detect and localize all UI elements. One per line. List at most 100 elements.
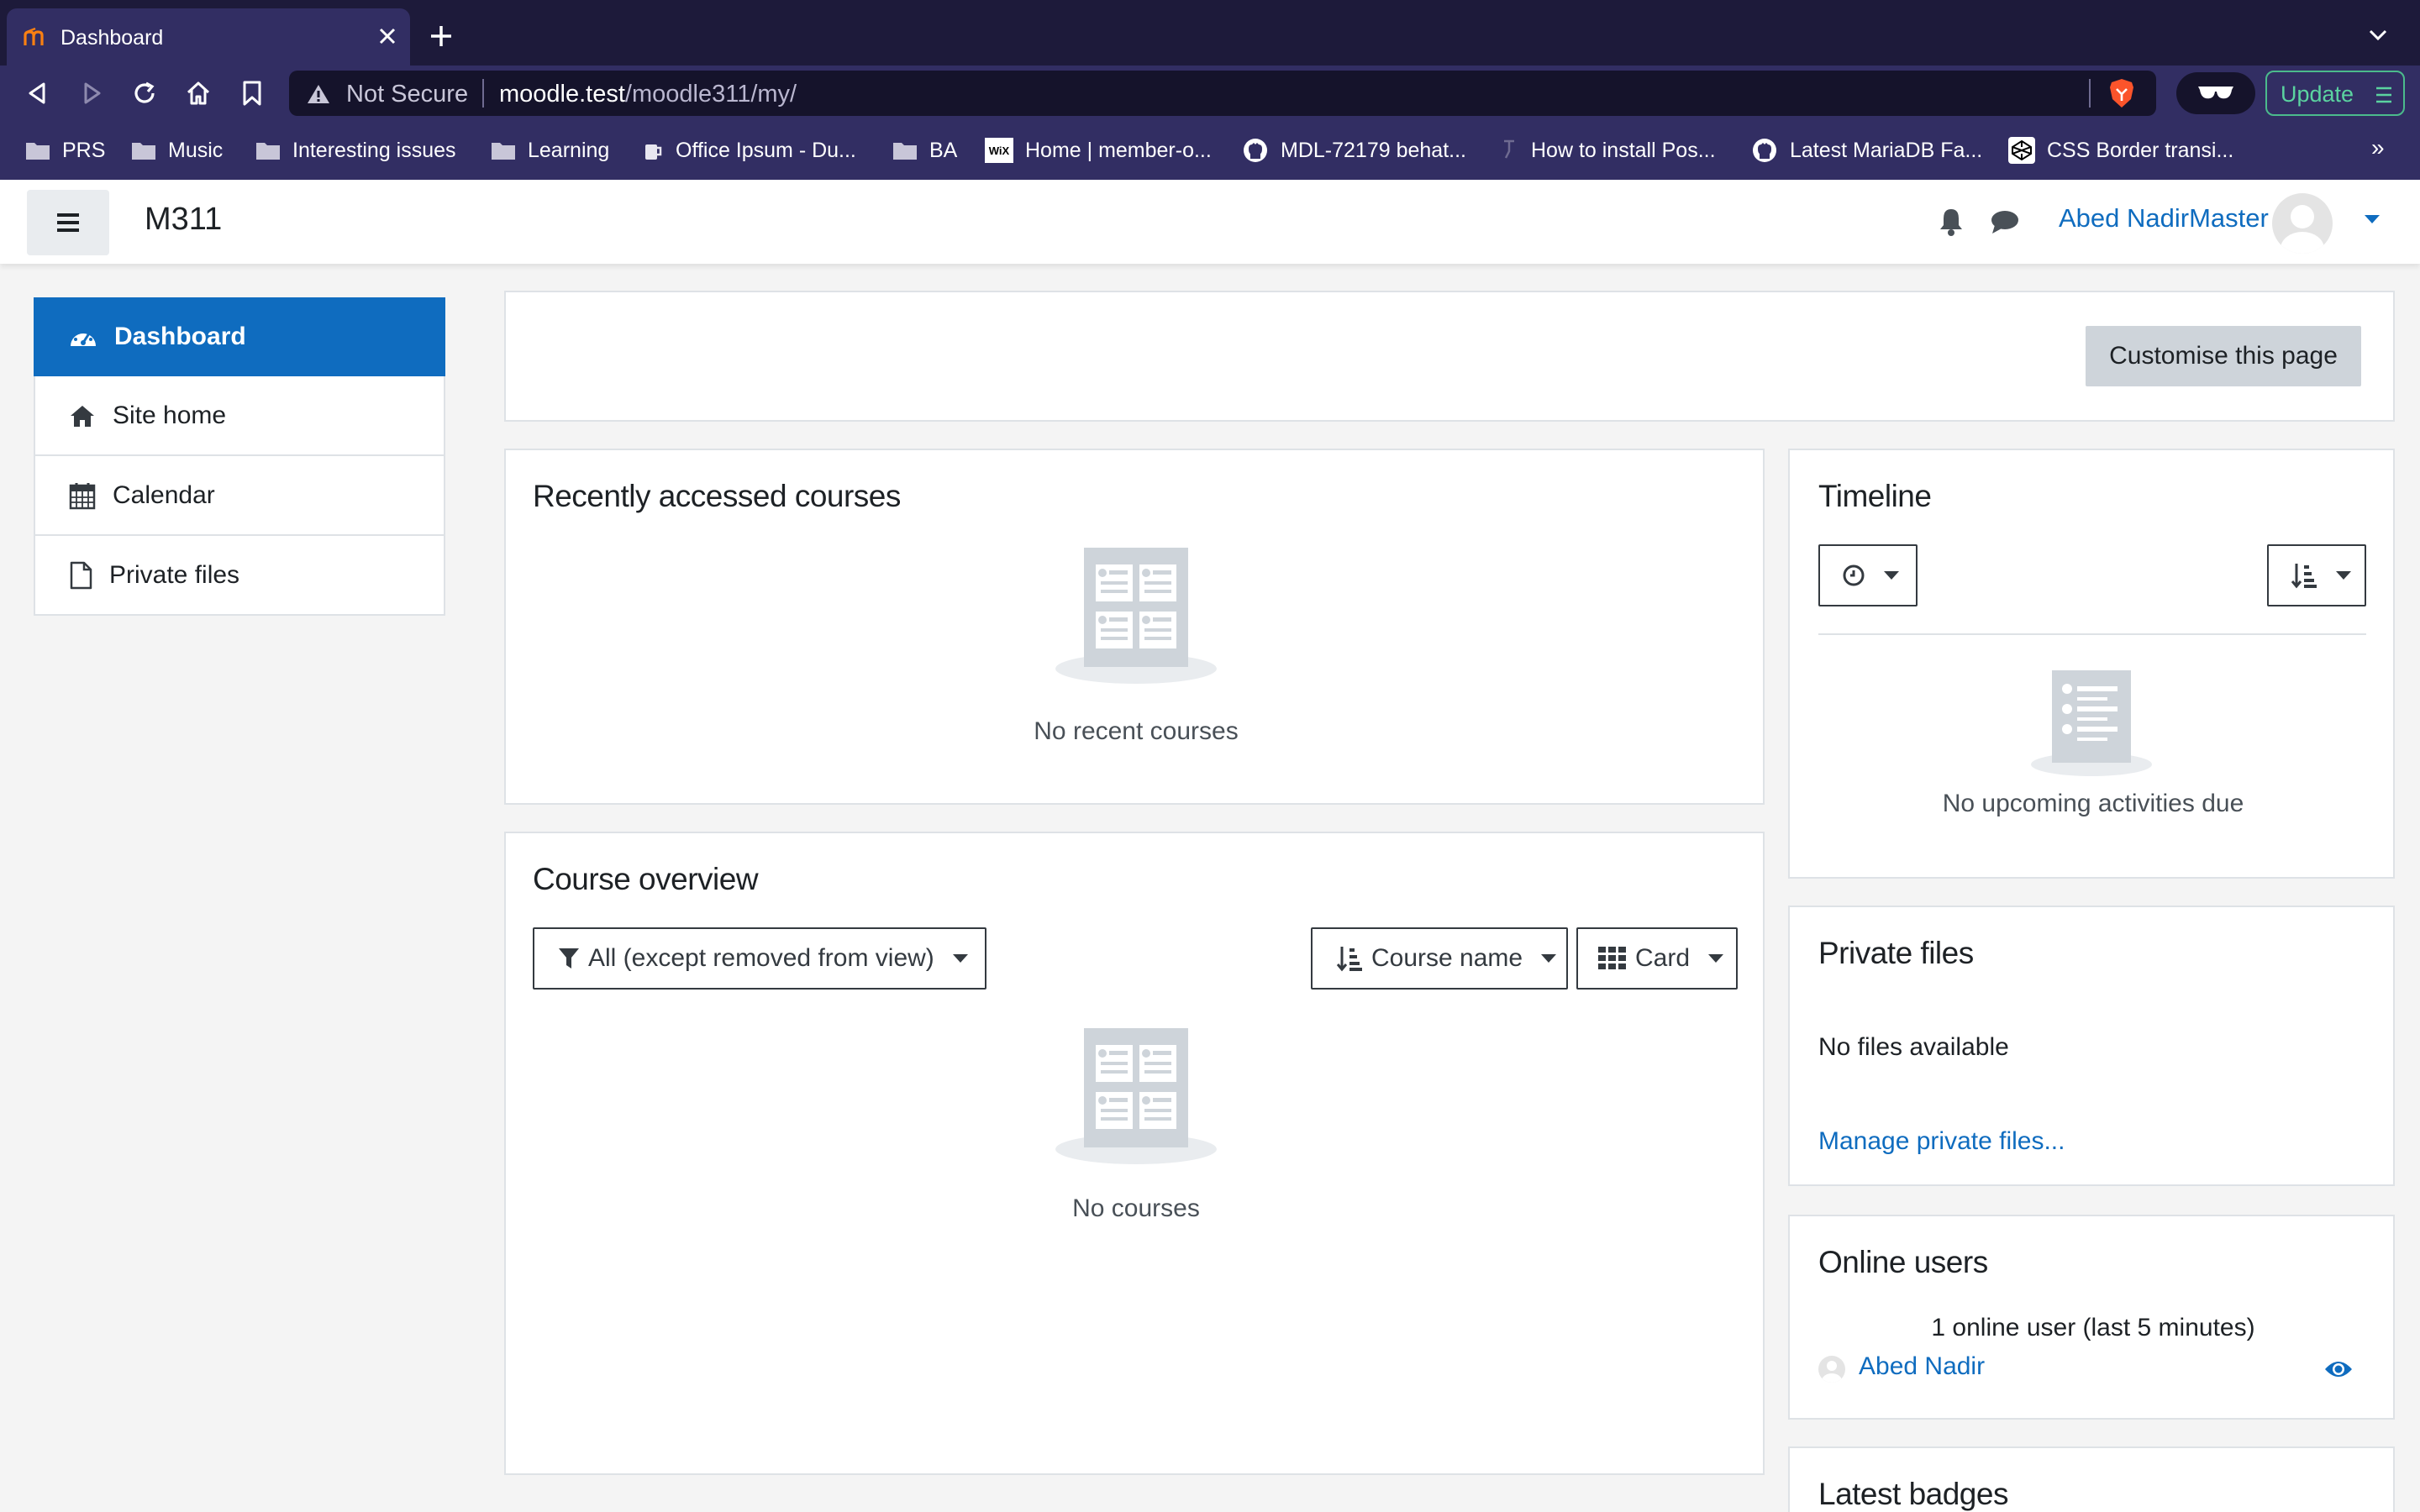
home-browser-icon[interactable] (185, 80, 212, 107)
url-host: moodle.test (499, 81, 625, 108)
caret-down-icon (952, 954, 968, 963)
reload-icon[interactable] (131, 80, 158, 107)
not-secure-label[interactable]: Not Secure (346, 81, 468, 108)
filter-icon (559, 948, 579, 969)
timeline-divider (1818, 633, 2366, 635)
user-menu-caret-icon[interactable] (2363, 213, 2381, 225)
update-label: Update (2281, 81, 2354, 107)
eye-icon[interactable] (2324, 1359, 2353, 1379)
nav-item-dashboard[interactable]: Dashboard (34, 297, 445, 376)
url-text[interactable]: moodle.test/moodle311/my/ (499, 81, 797, 108)
online-user-link[interactable]: Abed Nadir (1859, 1352, 1985, 1381)
avatar-silhouette-icon (1822, 1361, 1842, 1383)
block-title: Online users (1818, 1245, 1988, 1279)
update-button[interactable]: Update (2265, 71, 2405, 116)
block-title: Recently accessed courses (533, 479, 901, 513)
bookmarks-overflow[interactable]: » (2371, 134, 2385, 161)
site-navbar (0, 180, 2420, 264)
bookmark-label: Interesting issues (292, 138, 456, 162)
bookmark-label: PRS (62, 138, 106, 162)
folder-icon (893, 143, 917, 160)
bookmark-label: MDL-72179 behat... (1281, 138, 1466, 162)
forward-icon[interactable] (79, 81, 104, 106)
sort-amount-icon (2291, 564, 2317, 589)
block-title: Course overview (533, 862, 759, 896)
timeline-sort-dropdown[interactable] (2267, 544, 2366, 606)
svg-text:WiX: WiX (989, 144, 1010, 157)
bookmark-item[interactable]: Office Ipsum - Du... (642, 136, 856, 165)
nav-item-label: Dashboard (114, 323, 246, 350)
messages-chat-icon[interactable] (1990, 208, 2020, 235)
tab-list-chevron-icon[interactable] (2368, 29, 2388, 42)
reader-mode-button[interactable] (2176, 72, 2255, 114)
dashboard-icon (71, 331, 96, 346)
drawer-toggle-button[interactable] (27, 190, 109, 255)
back-icon[interactable] (25, 81, 50, 106)
bookmark-item[interactable]: WiX Home | member-o... (985, 136, 1212, 165)
nav-item-calendar[interactable]: Calendar (34, 456, 445, 536)
sort-amount-icon (1336, 947, 1362, 972)
bookmark-icon[interactable] (242, 80, 262, 107)
bookmark-item[interactable]: Interesting issues (255, 136, 456, 165)
empty-message: No courses (1072, 1194, 1200, 1222)
folder-icon (492, 143, 515, 160)
bookmark-item[interactable]: How to install Pos... (1499, 136, 1716, 165)
bookmark-item[interactable]: MDL-72179 behat... (1242, 136, 1466, 165)
nav-item-site-home[interactable]: Site home (34, 376, 445, 456)
url-separator (482, 79, 484, 108)
recent-courses-block: Recently accessed courses No recent cour… (504, 449, 1765, 805)
bookmark-item[interactable]: Latest MariaDB Fa... (1751, 136, 1982, 165)
bookmark-label: Latest MariaDB Fa... (1790, 138, 1983, 162)
view-dropdown[interactable]: Card (1576, 927, 1738, 990)
github-icon (1753, 139, 1776, 162)
nav-item-private-files[interactable]: Private files (34, 536, 445, 616)
grouping-filter-dropdown[interactable]: All (except removed from view) (533, 927, 986, 990)
empty-message: No recent courses (1034, 717, 1239, 745)
manage-private-files-link[interactable]: Manage private files... (1818, 1127, 2065, 1156)
moodle-favicon-icon (24, 27, 49, 47)
bookmark-item[interactable]: Learning (491, 136, 609, 165)
glasses-icon (2198, 87, 2233, 99)
caret-down-icon (1541, 954, 1557, 963)
codepen-icon (2008, 137, 2035, 164)
dot-icon (1504, 139, 1514, 159)
caret-down-icon (1884, 571, 1899, 580)
calendar-icon (69, 482, 96, 509)
nav-item-label: Calendar (113, 480, 215, 509)
clock-icon (1843, 564, 1865, 586)
online-user-avatar (1818, 1356, 1845, 1383)
bookmark-label: Music (168, 138, 224, 162)
notifications-bell-icon[interactable] (1938, 207, 1965, 237)
folder-icon (132, 143, 155, 160)
user-avatar[interactable] (2272, 193, 2333, 254)
user-menu-name[interactable]: Abed NadirMaster (2059, 203, 2269, 234)
course-overview-block: Course overview All (except removed from… (504, 832, 1765, 1475)
brave-shield-icon[interactable] (2107, 77, 2136, 109)
online-users-summary: 1 online user (last 5 minutes) (1931, 1314, 2255, 1341)
github-icon (1244, 139, 1267, 162)
coffee-icon (645, 144, 662, 160)
site-name[interactable]: M311 (145, 202, 222, 238)
bookmark-item[interactable]: Music (131, 136, 223, 165)
browser-tab[interactable]: Dashboard (7, 8, 410, 66)
file-icon (70, 561, 92, 589)
folder-icon (26, 143, 50, 160)
bookmark-item[interactable]: BA (892, 136, 957, 165)
bookmark-label: Learning (528, 138, 610, 162)
timeline-day-filter-dropdown[interactable] (1818, 544, 1918, 606)
private-files-block: Private files No files available Manage … (1788, 906, 2395, 1186)
new-tab-icon[interactable] (429, 24, 454, 49)
customise-page-button[interactable]: Customise this page (2086, 326, 2361, 386)
sort-dropdown[interactable]: Course name (1311, 927, 1568, 990)
courses-empty-icon (1055, 548, 1217, 684)
bookmark-item[interactable]: PRS (25, 136, 105, 165)
bookmark-item[interactable]: CSS Border transi... (2008, 136, 2233, 165)
online-users-block: Online users 1 online user (last 5 minut… (1788, 1215, 2395, 1420)
latest-badges-block: Latest badges (1788, 1446, 2395, 1512)
grouping-filter-label: All (except removed from view) (588, 944, 934, 972)
grid-icon (1598, 947, 1626, 969)
folder-icon (256, 143, 280, 160)
nav-item-label: Private files (109, 560, 240, 589)
wix-icon: WiX (985, 138, 1013, 163)
close-tab-icon[interactable] (376, 25, 398, 47)
